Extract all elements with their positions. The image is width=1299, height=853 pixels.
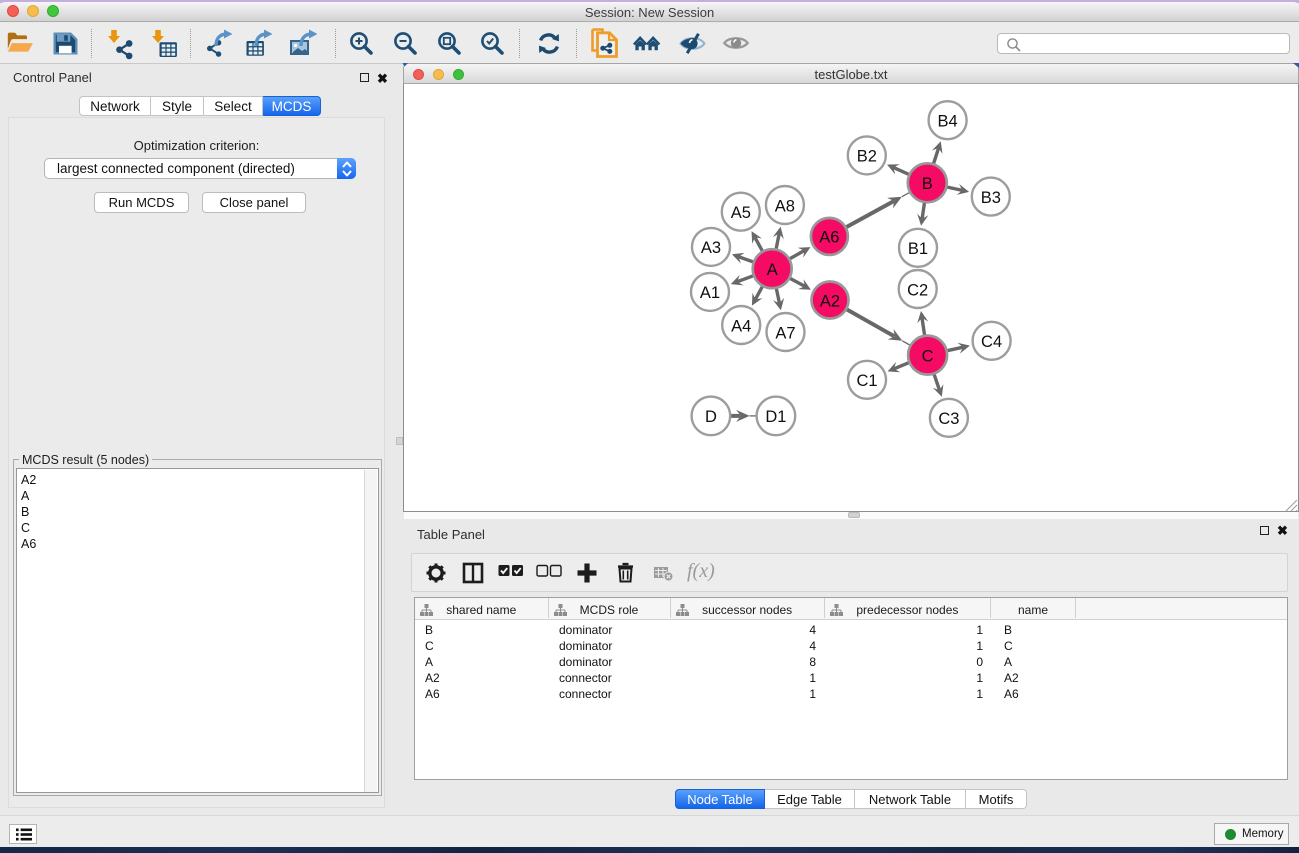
svg-text:C2: C2 bbox=[907, 281, 928, 299]
svg-text:A7: A7 bbox=[775, 324, 795, 342]
svg-text:B2: B2 bbox=[857, 148, 877, 166]
svg-text:D: D bbox=[705, 408, 717, 426]
svg-text:B1: B1 bbox=[908, 240, 928, 258]
svg-text:C1: C1 bbox=[856, 372, 877, 390]
svg-text:C: C bbox=[922, 347, 934, 365]
svg-text:A: A bbox=[767, 261, 778, 279]
svg-text:A3: A3 bbox=[701, 239, 721, 257]
svg-text:A5: A5 bbox=[731, 204, 751, 222]
svg-text:A6: A6 bbox=[819, 229, 839, 247]
svg-text:B4: B4 bbox=[938, 113, 958, 131]
svg-text:C4: C4 bbox=[981, 333, 1002, 351]
svg-text:B: B bbox=[922, 175, 933, 193]
svg-text:A8: A8 bbox=[775, 197, 795, 215]
svg-text:D1: D1 bbox=[765, 408, 786, 426]
svg-text:A1: A1 bbox=[700, 284, 720, 302]
svg-text:C3: C3 bbox=[938, 410, 959, 428]
svg-text:B3: B3 bbox=[981, 189, 1001, 207]
svg-text:A2: A2 bbox=[820, 292, 840, 310]
svg-text:A4: A4 bbox=[731, 317, 751, 335]
